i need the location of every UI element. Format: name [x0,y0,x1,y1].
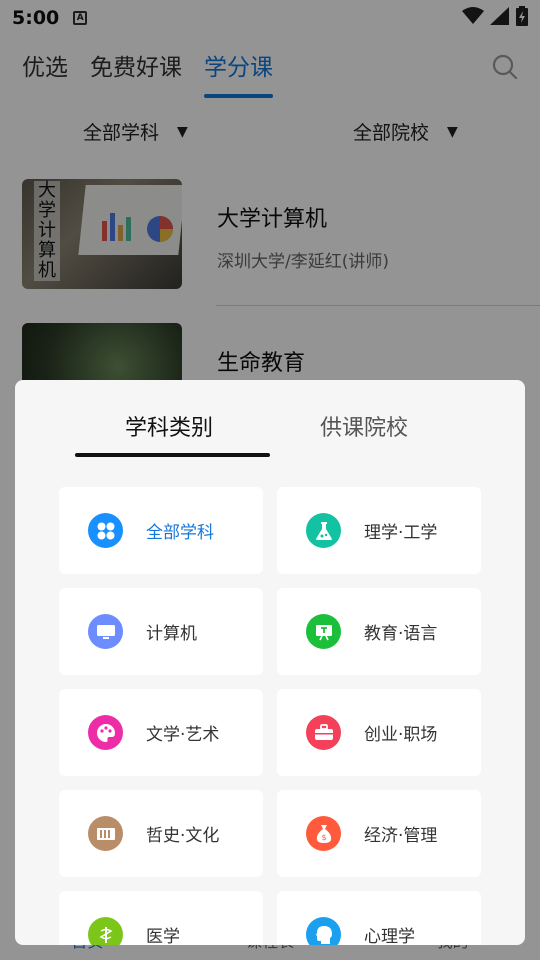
active-tab-indicator [75,453,270,457]
category-psychology[interactable]: 心理学 [277,891,481,945]
category-label: 文学·艺术 [146,725,220,745]
category-label: 全部学科 [146,523,214,543]
chalkboard-icon [306,614,341,649]
category-education-language[interactable]: 教育·语言 [277,588,481,675]
head-icon [306,917,341,945]
books-icon [88,816,123,851]
moneybag-icon: $ [306,816,341,851]
category-label: 心理学 [364,927,415,945]
flask-icon [306,513,341,548]
category-label: 计算机 [146,624,197,644]
grid-icon [88,513,123,548]
tab-subject-category[interactable]: 学科类别 [125,410,213,442]
category-science-engineering[interactable]: 理学·工学 [277,487,481,574]
category-literature-art[interactable]: 文学·艺术 [59,689,263,776]
category-all[interactable]: 全部学科 [59,487,263,574]
svg-text:$: $ [321,833,326,842]
category-medicine[interactable]: 医学 [59,891,263,945]
briefcase-icon [306,715,341,750]
category-grid: 全部学科 理学·工学 计算机 教育·语言 文学·艺术 创业·职场 哲史·文化 $… [59,487,481,945]
category-sheet: 学科类别 供课院校 全部学科 理学·工学 计算机 教育·语言 文学·艺术 创业·… [15,380,525,945]
tab-offering-school[interactable]: 供课院校 [320,410,408,442]
category-label: 经济·管理 [364,826,438,846]
category-philosophy-history[interactable]: 哲史·文化 [59,790,263,877]
category-economics-management[interactable]: $ 经济·管理 [277,790,481,877]
category-career-startup[interactable]: 创业·职场 [277,689,481,776]
category-label: 哲史·文化 [146,826,220,846]
monitor-icon [88,614,123,649]
category-label: 医学 [146,927,180,945]
category-computer[interactable]: 计算机 [59,588,263,675]
category-label: 理学·工学 [364,523,438,543]
medicine-icon [88,917,123,945]
category-label: 创业·职场 [364,725,438,745]
palette-icon [88,715,123,750]
category-label: 教育·语言 [364,624,438,644]
